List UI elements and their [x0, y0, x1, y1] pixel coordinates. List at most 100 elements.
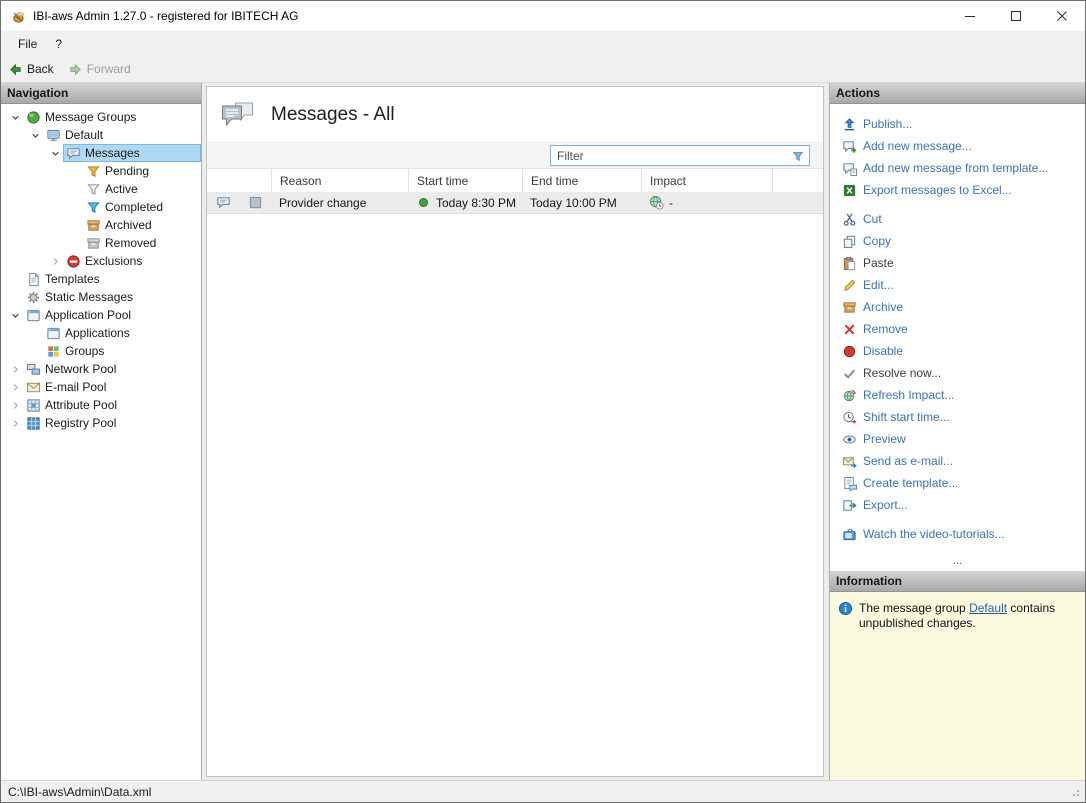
- tree-item-content: Completed: [83, 198, 201, 216]
- filter-input[interactable]: [551, 149, 791, 163]
- table-empty-area: [207, 214, 823, 776]
- action-label: Paste: [863, 256, 894, 270]
- page-title: Messages - All: [271, 104, 395, 126]
- tree-item-attribute-pool[interactable]: Attribute Pool: [7, 396, 201, 414]
- video-tutorials-icon: [842, 527, 857, 542]
- tree-item-application-pool[interactable]: Application Pool: [7, 306, 201, 324]
- chevron-down-icon[interactable]: [47, 148, 63, 159]
- message-icon: [216, 195, 231, 210]
- message-row[interactable]: Provider changeToday 8:30 PMToday 10:00 …: [207, 192, 823, 214]
- cut-icon: [842, 212, 857, 227]
- minimize-button[interactable]: [947, 1, 993, 31]
- tree-item-active[interactable]: Active: [7, 180, 201, 198]
- tree-item-content: Groups: [43, 342, 201, 360]
- forward-button[interactable]: Forward: [68, 62, 131, 77]
- action-watch-the-video-tutorials[interactable]: Watch the video-tutorials...: [842, 523, 1085, 545]
- menu-help[interactable]: ?: [46, 31, 71, 56]
- action-cut[interactable]: Cut: [842, 208, 1085, 230]
- filter-completed-icon: [86, 200, 101, 215]
- action-label: Copy: [863, 234, 891, 248]
- action-preview[interactable]: Preview: [842, 428, 1085, 450]
- tree-item-message-groups[interactable]: Message Groups: [7, 108, 201, 126]
- column-header-reason[interactable]: Reason: [271, 169, 408, 192]
- chevron-right-icon[interactable]: [7, 382, 23, 393]
- tree-item-label: Messages: [85, 146, 140, 160]
- tree-item-templates[interactable]: Templates: [7, 270, 201, 288]
- maximize-button[interactable]: [993, 1, 1039, 31]
- tree-item-messages[interactable]: Messages: [7, 144, 201, 162]
- close-button[interactable]: [1039, 1, 1085, 31]
- tree-item-label: Active: [105, 182, 138, 196]
- navigation-panel: Navigation Message GroupsDefaultMessages…: [1, 83, 202, 780]
- action-label: Export messages to Excel...: [863, 183, 1012, 197]
- tree-item-network-pool[interactable]: Network Pool: [7, 360, 201, 378]
- tree-item-content: Exclusions: [63, 252, 201, 270]
- action-archive[interactable]: Archive: [842, 296, 1085, 318]
- column-header-end-time[interactable]: End time: [522, 169, 641, 192]
- chevron-right-icon[interactable]: [7, 400, 23, 411]
- chevron-right-icon[interactable]: [47, 256, 63, 267]
- send-email-icon: [842, 454, 857, 469]
- action-remove[interactable]: Remove: [842, 318, 1085, 340]
- action-refresh-impact[interactable]: Refresh Impact...: [842, 384, 1085, 406]
- tree-item-pending[interactable]: Pending: [7, 162, 201, 180]
- action-export-messages-to-excel[interactable]: Export messages to Excel...: [842, 179, 1085, 201]
- tree-item-archived[interactable]: Archived: [7, 216, 201, 234]
- chevron-down-icon[interactable]: [27, 130, 43, 141]
- action-label: Disable: [863, 344, 903, 358]
- chevron-right-icon[interactable]: [7, 364, 23, 375]
- action-add-new-message[interactable]: Add new message...: [842, 135, 1085, 157]
- resize-grip-icon[interactable]: [1070, 787, 1080, 797]
- action-edit[interactable]: Edit...: [842, 274, 1085, 296]
- filter-funnel-icon[interactable]: [791, 149, 805, 163]
- archive-box-icon: [86, 218, 101, 233]
- action-send-as-e-mail[interactable]: Send as e-mail...: [842, 450, 1085, 472]
- chevron-down-icon[interactable]: [7, 112, 23, 123]
- action-resolve-now[interactable]: Resolve now...: [842, 362, 1085, 384]
- action-copy[interactable]: Copy: [842, 230, 1085, 252]
- filter-active-icon: [86, 182, 101, 197]
- window-title: IBI-aws Admin 1.27.0 - registered for IB…: [33, 9, 298, 23]
- action-label: Refresh Impact...: [863, 388, 954, 402]
- action-label: Preview: [863, 432, 906, 446]
- titlebar: IBI-aws Admin 1.27.0 - registered for IB…: [1, 1, 1085, 31]
- tree-item-static-messages[interactable]: Static Messages: [7, 288, 201, 306]
- action-export[interactable]: Export...: [842, 494, 1085, 516]
- tree-item-e-mail-pool[interactable]: E-mail Pool: [7, 378, 201, 396]
- table-header: ReasonStart timeEnd timeImpact: [207, 169, 823, 192]
- tree-item-content: Templates: [23, 270, 201, 288]
- action-publish[interactable]: Publish...: [842, 113, 1085, 135]
- action-disable[interactable]: Disable: [842, 340, 1085, 362]
- tree-item-groups[interactable]: Groups: [7, 342, 201, 360]
- menu-file[interactable]: File: [9, 31, 46, 56]
- back-button[interactable]: Back: [8, 62, 54, 77]
- actions-overflow-indicator[interactable]: ...: [830, 558, 1085, 571]
- menubar: File ?: [1, 31, 1085, 56]
- tree-item-label: Message Groups: [45, 110, 136, 124]
- column-header-impact[interactable]: Impact: [641, 169, 772, 192]
- attribute-pool-icon: [26, 398, 41, 413]
- tree-item-default[interactable]: Default: [7, 126, 201, 144]
- tree-item-exclusions[interactable]: Exclusions: [7, 252, 201, 270]
- tree-item-removed[interactable]: Removed: [7, 234, 201, 252]
- info-icon: [838, 601, 853, 616]
- action-add-new-message-from-template[interactable]: Add new message from template...: [842, 157, 1085, 179]
- default-group-link[interactable]: Default: [969, 601, 1007, 615]
- tree-item-content: Network Pool: [23, 360, 201, 378]
- tree-item-completed[interactable]: Completed: [7, 198, 201, 216]
- column-header-blank: [239, 169, 271, 192]
- impact-cell: -: [641, 195, 772, 210]
- action-label: Export...: [863, 498, 908, 512]
- column-header-start-time[interactable]: Start time: [408, 169, 522, 192]
- chevron-down-icon[interactable]: [7, 310, 23, 321]
- action-shift-start-time[interactable]: Shift start time...: [842, 406, 1085, 428]
- tree-item-registry-pool[interactable]: Registry Pool: [7, 414, 201, 432]
- tree-item-label: Static Messages: [45, 290, 133, 304]
- chevron-right-icon[interactable]: [7, 418, 23, 429]
- content-header: Messages - All: [207, 87, 823, 142]
- tree-item-applications[interactable]: Applications: [7, 324, 201, 342]
- reason-cell: Provider change: [271, 196, 408, 210]
- action-paste[interactable]: Paste: [842, 252, 1085, 274]
- app-logo-icon[interactable]: [10, 9, 25, 24]
- action-create-template[interactable]: Create template...: [842, 472, 1085, 494]
